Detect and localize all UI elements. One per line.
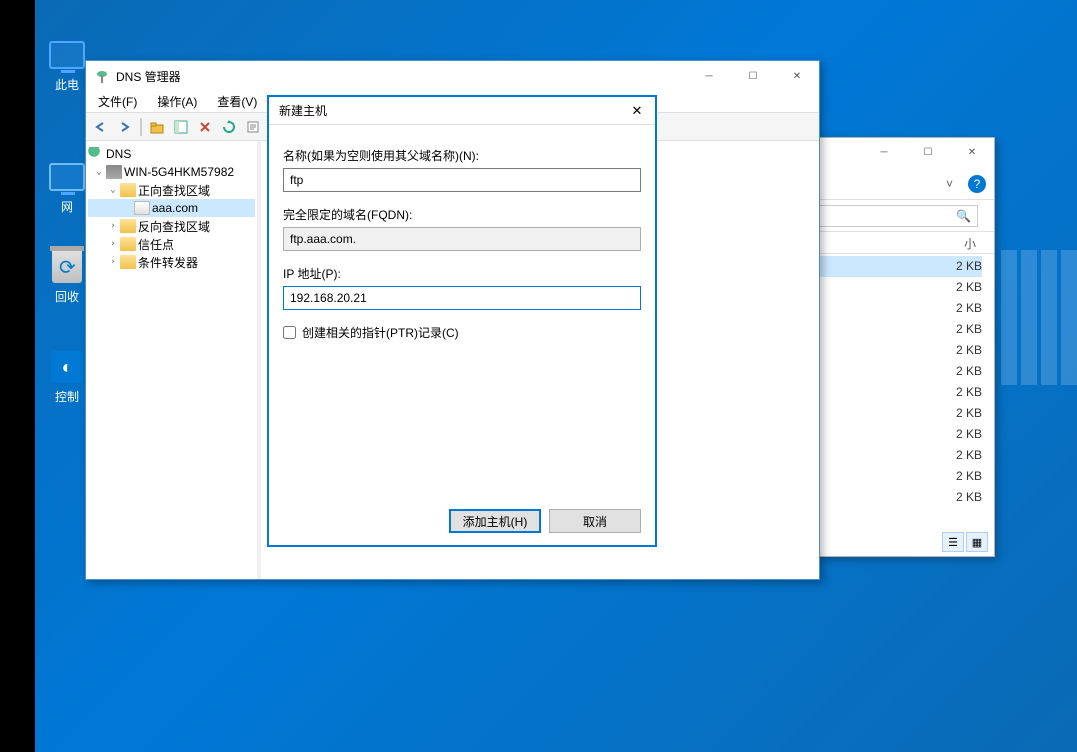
expand-icon[interactable]: ⌄ <box>106 185 120 195</box>
file-size: 2 KB <box>956 364 982 378</box>
cancel-button[interactable]: 取消 <box>549 509 641 533</box>
pc-icon <box>49 41 85 69</box>
new-host-dialog: 新建主机 ✕ 名称(如果为空则使用其父域名称)(N): 完全限定的域名(FQDN… <box>268 96 656 546</box>
close-button[interactable]: ✕ <box>619 98 655 124</box>
ptr-checkbox[interactable] <box>283 326 296 339</box>
close-button[interactable]: ✕ <box>775 62 819 90</box>
dialog-title: 新建主机 <box>279 102 327 119</box>
toolbar-refresh[interactable] <box>218 116 240 138</box>
name-label: 名称(如果为空则使用其父域名称)(N): <box>283 147 641 164</box>
tree-label: 信任点 <box>138 236 174 253</box>
file-size: 2 KB <box>956 427 982 441</box>
folder-icon <box>120 183 136 197</box>
menu-file[interactable]: 文件(F) <box>94 91 141 112</box>
tree-node-dns[interactable]: DNS <box>88 145 255 163</box>
file-size: 2 KB <box>956 280 982 294</box>
menu-action[interactable]: 操作(A) <box>153 91 201 112</box>
nav-dropdown[interactable]: ˅ <box>939 174 960 194</box>
tree-label: WIN-5G4HKM57982 <box>124 165 234 179</box>
file-size: 2 KB <box>956 322 982 336</box>
file-size: 2 KB <box>956 259 982 273</box>
view-icons-button[interactable]: ▦ <box>966 532 988 552</box>
file-size: 2 KB <box>956 448 982 462</box>
ip-label: IP 地址(P): <box>283 265 641 282</box>
tree-panel: DNS ⌄ WIN-5G4HKM57982 ⌄ 正向查找区域 aaa.com › 反向… <box>86 141 261 579</box>
toolbar-export[interactable] <box>242 116 264 138</box>
expand-icon[interactable]: › <box>106 257 120 267</box>
tree-node-zone-aaa[interactable]: aaa.com <box>88 199 255 217</box>
tree-node-conditional-forwarders[interactable]: › 条件转发器 <box>88 253 255 271</box>
add-host-button[interactable]: 添加主机(H) <box>449 509 541 533</box>
file-size: 2 KB <box>956 385 982 399</box>
dns-app-icon <box>94 68 110 84</box>
view-details-button[interactable]: ☰ <box>942 532 964 552</box>
maximize-button[interactable]: ☐ <box>731 62 775 90</box>
name-input[interactable] <box>283 168 641 192</box>
file-size: 2 KB <box>956 469 982 483</box>
server-icon <box>106 165 122 179</box>
ptr-label: 创建相关的指针(PTR)记录(C) <box>302 324 459 341</box>
fqdn-label: 完全限定的域名(FQDN): <box>283 206 641 223</box>
help-icon[interactable]: ? <box>968 175 986 193</box>
fqdn-input <box>283 227 641 251</box>
toolbar-up[interactable] <box>146 116 168 138</box>
window-title: DNS 管理器 <box>116 68 181 85</box>
column-header-size[interactable]: 小 <box>964 237 976 251</box>
toolbar-show-hide[interactable] <box>170 116 192 138</box>
minimize-button[interactable]: ─ <box>862 138 906 166</box>
tree-node-reverse-zones[interactable]: › 反向查找区域 <box>88 217 255 235</box>
zone-icon <box>134 201 150 215</box>
file-size: 2 KB <box>956 406 982 420</box>
file-size: 2 KB <box>956 301 982 315</box>
toolbar-separator <box>140 118 142 136</box>
network-icon <box>49 163 85 191</box>
toolbar-delete[interactable] <box>194 116 216 138</box>
folder-icon <box>120 237 136 251</box>
tree-label: aaa.com <box>152 201 198 215</box>
control-panel-icon: ◐ <box>51 351 83 383</box>
expand-icon[interactable]: › <box>106 221 120 231</box>
tree-node-trust-points[interactable]: › 信任点 <box>88 235 255 253</box>
maximize-button[interactable]: ☐ <box>906 138 950 166</box>
folder-icon <box>120 219 136 233</box>
minimize-button[interactable]: ─ <box>687 62 731 90</box>
folder-icon <box>120 255 136 269</box>
ptr-checkbox-row[interactable]: 创建相关的指针(PTR)记录(C) <box>283 324 641 341</box>
button-label: 添加主机(H) <box>463 513 528 530</box>
tree-label: 反向查找区域 <box>138 218 210 235</box>
toolbar-back[interactable] <box>90 116 112 138</box>
tree-label: 正向查找区域 <box>138 182 210 199</box>
toolbar-forward[interactable] <box>114 116 136 138</box>
expand-icon[interactable]: › <box>106 239 120 249</box>
tree-node-forward-zones[interactable]: ⌄ 正向查找区域 <box>88 181 255 199</box>
dns-icon <box>88 147 104 161</box>
tree-label: DNS <box>106 147 131 161</box>
recycle-bin-icon: ⟳ <box>52 251 82 283</box>
tree-node-server[interactable]: ⌄ WIN-5G4HKM57982 <box>88 163 255 181</box>
file-size: 2 KB <box>956 490 982 504</box>
file-size: 2 KB <box>956 343 982 357</box>
search-input[interactable]: 🔍 <box>798 205 978 227</box>
expand-icon[interactable]: ⌄ <box>92 167 106 177</box>
search-icon: 🔍 <box>956 209 971 223</box>
button-label: 取消 <box>583 513 607 530</box>
close-button[interactable]: ✕ <box>950 138 994 166</box>
menu-view[interactable]: 查看(V) <box>213 91 261 112</box>
tree-label: 条件转发器 <box>138 254 198 271</box>
ip-input[interactable] <box>283 286 641 310</box>
